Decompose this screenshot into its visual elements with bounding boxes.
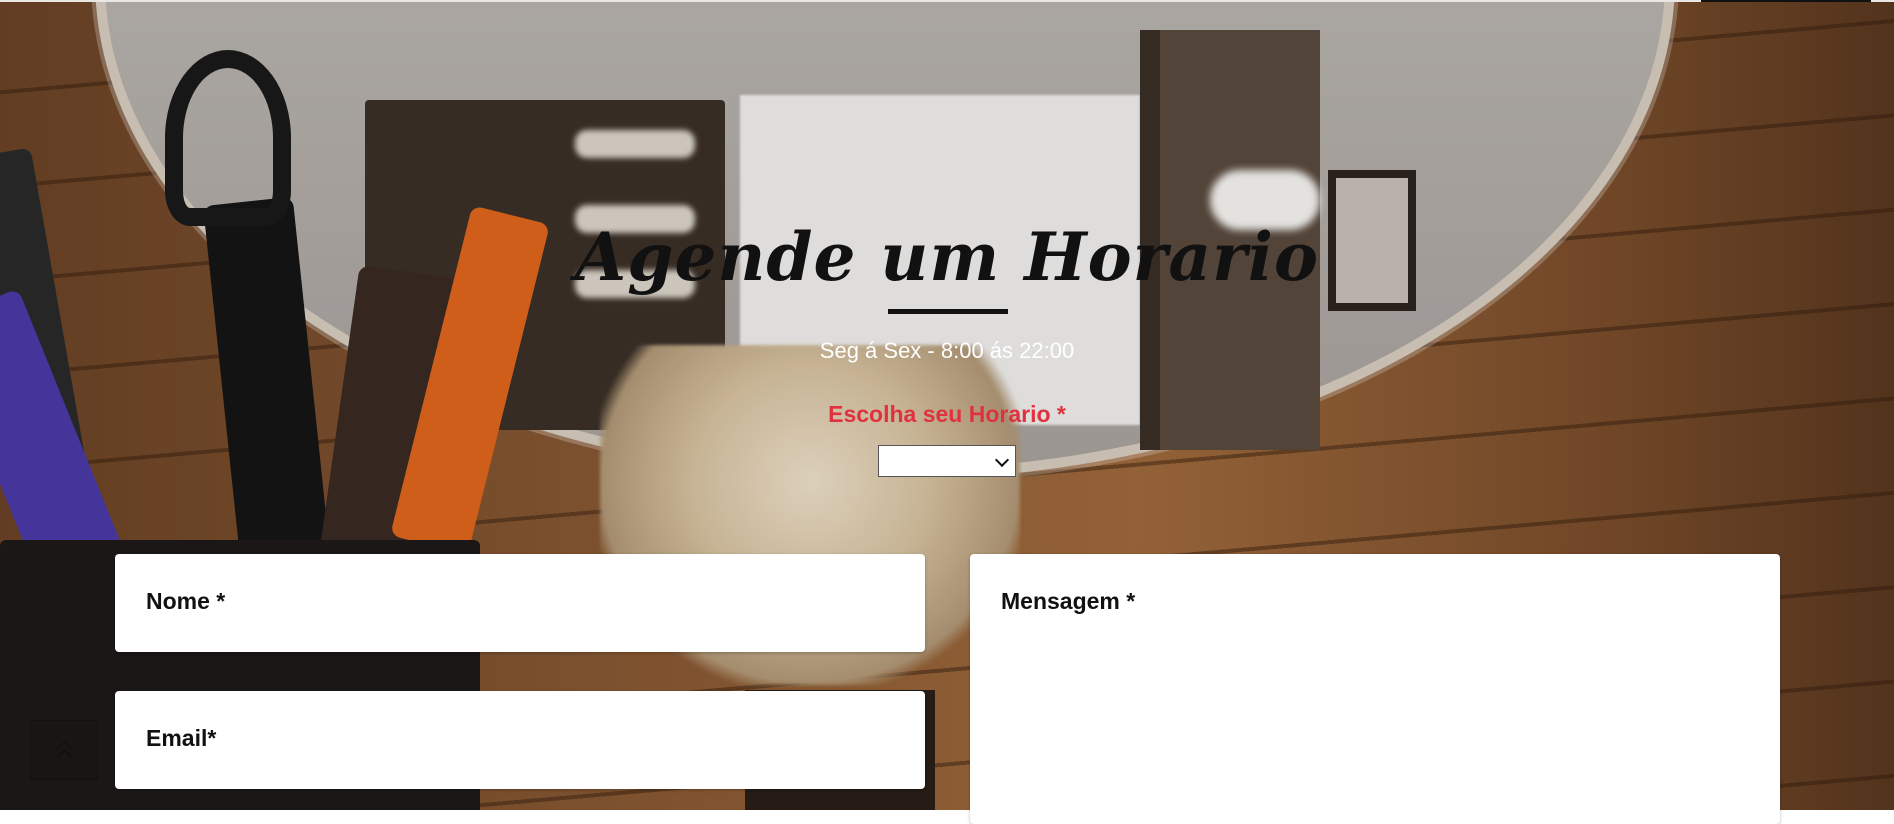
name-field-label: Nome * [146,588,226,614]
message-field-label: Mensagem * [1001,588,1136,614]
page-title: Agende um Horario [574,218,1320,296]
top-right-bar [1701,0,1871,2]
opening-hours: Seg á Sex - 8:00 ás 22:00 [819,338,1075,363]
top-border [0,0,1894,2]
email-field-label: Email* [146,725,217,751]
chevron-down-icon [994,452,1010,468]
schedule-select[interactable] [878,445,1016,477]
email-field[interactable]: Email* [115,691,925,789]
schedule-label: Escolha seu Horario * [828,401,1066,427]
message-field[interactable]: Mensagem * [970,554,1780,824]
name-field[interactable]: Nome * [115,554,925,652]
title-underline [888,309,1008,314]
scroll-to-top-button[interactable] [30,720,98,780]
